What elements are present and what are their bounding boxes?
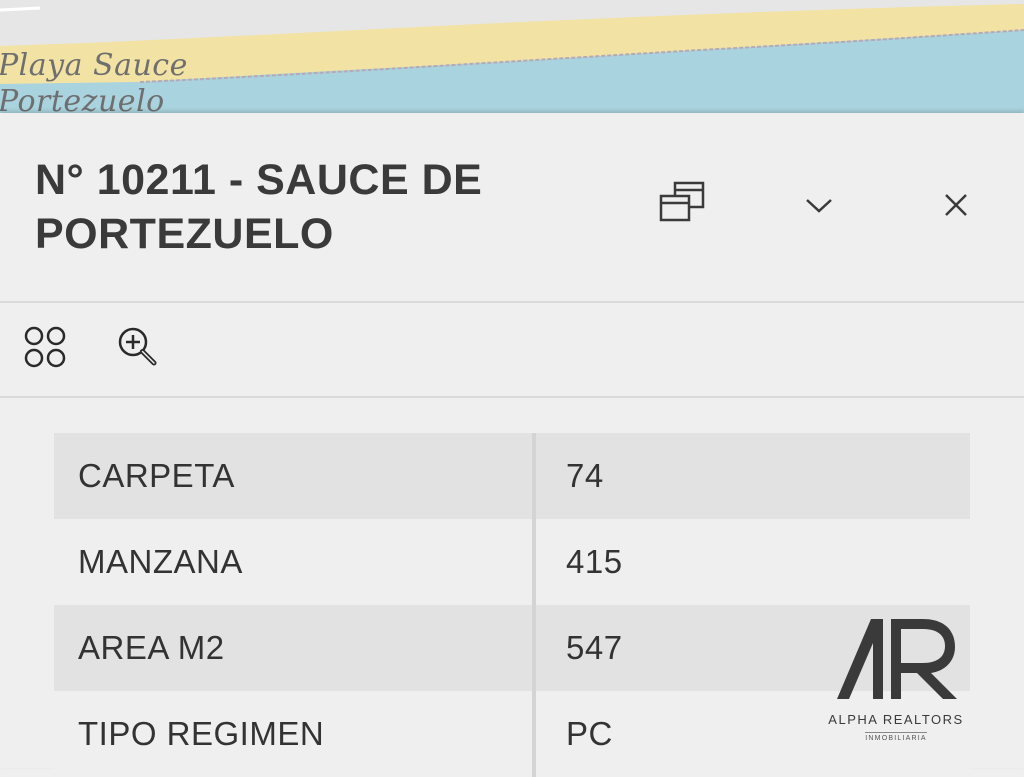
attribute-key: TIPO REGIMEN (54, 691, 536, 777)
table-row: CARPETA 74 (54, 433, 970, 519)
map-place-label: Playa Sauce (0, 48, 188, 83)
dock-icon (658, 179, 706, 232)
attribute-key: AREA M2 (54, 605, 536, 691)
zoom-to-button[interactable] (108, 319, 168, 379)
close-icon (943, 192, 969, 223)
related-features-icon (20, 322, 70, 377)
map-place-label: Portezuelo (0, 84, 165, 113)
chevron-down-icon (804, 195, 834, 220)
table-row: MANZANA 415 (54, 519, 970, 605)
attribute-key: MANZANA (54, 519, 536, 605)
popup-toolbar (0, 303, 1024, 398)
logo-name: ALPHA REALTORS (828, 712, 964, 727)
logo-subtitle: INMOBILIARIA (865, 732, 927, 742)
dock-button[interactable] (652, 175, 712, 235)
logo-mark-icon (837, 619, 957, 699)
zoom-in-icon (113, 322, 163, 377)
close-button[interactable] (926, 177, 986, 237)
attribute-value: 74 (534, 433, 970, 519)
popup-title: N° 10211 - SAUCE DE PORTEZUELO (35, 156, 483, 258)
popup-header: N° 10211 - SAUCE DE PORTEZUELO (0, 113, 1024, 303)
related-features-button[interactable] (15, 319, 75, 379)
attribute-value: 415 (534, 519, 970, 605)
map-view[interactable]: Playa Sauce Portezuelo (0, 0, 1024, 113)
attribute-key: CARPETA (54, 433, 536, 519)
watermark-logo: ALPHA REALTORS INMOBILIARIA (826, 613, 966, 763)
collapse-button[interactable] (789, 177, 849, 237)
feature-popup: N° 10211 - SAUCE DE PORTEZUELO CARPETA 7… (0, 113, 1024, 777)
